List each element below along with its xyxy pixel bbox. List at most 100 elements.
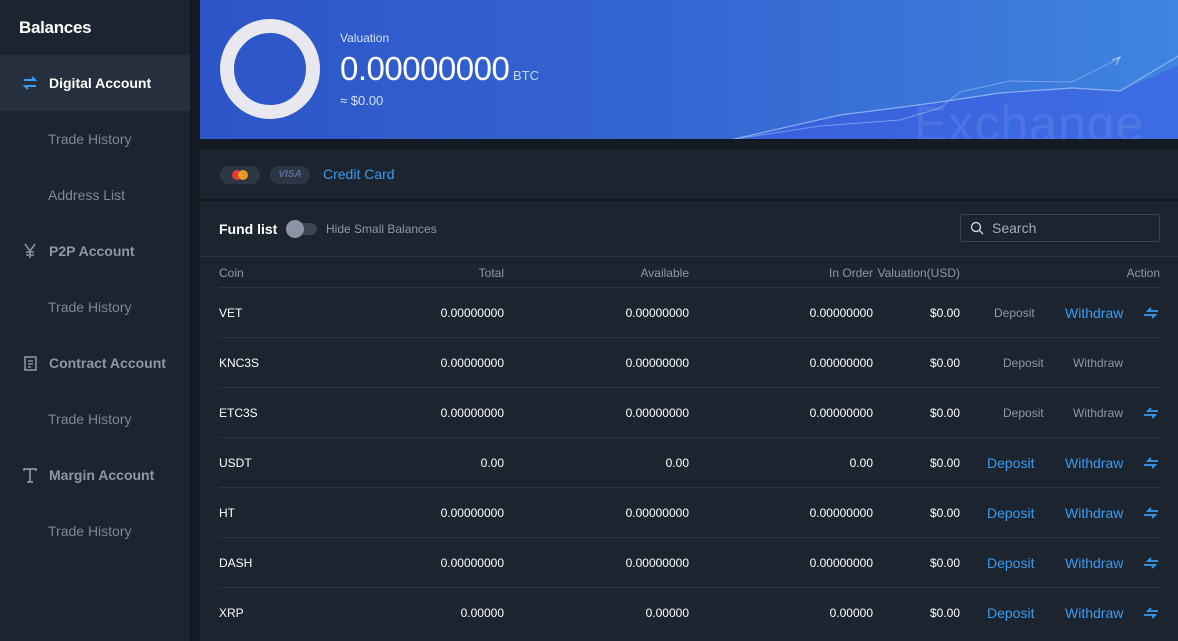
valuation-banner: Valuation 0.00000000 BTC ≈ $0.00 Exchang…	[200, 0, 1178, 139]
sidebar-subitem-address-list[interactable]: Address List	[48, 187, 125, 203]
available-value: 0.00000000	[625, 556, 689, 570]
col-header-coin: Coin	[219, 266, 244, 280]
exchange-watermark: Exchange	[914, 96, 1145, 139]
coin-name: ETC3S	[219, 406, 258, 420]
valuation-ring-chart	[220, 19, 320, 119]
coin-name: HT	[219, 506, 235, 520]
valuation-value: $0.00	[929, 506, 960, 520]
total-value: 0.00000000	[440, 506, 504, 520]
valuation-value: $0.00	[929, 606, 960, 620]
col-header-total: Total	[478, 266, 504, 280]
available-value: 0.00000000	[625, 356, 689, 370]
in-order-value: 0.00000000	[809, 506, 873, 520]
valuation-value: $0.00	[929, 406, 960, 420]
transfer-icon[interactable]	[1143, 507, 1159, 519]
hide-small-balances-toggle[interactable]	[286, 220, 317, 238]
transfer-icon[interactable]	[1143, 607, 1159, 619]
valuation-usd: ≈ $0.00	[340, 93, 384, 108]
withdraw-button[interactable]: Withdraw	[1065, 455, 1123, 471]
total-value: 0.00000000	[440, 306, 504, 320]
valuation-value: $0.00	[929, 556, 960, 570]
transfer-icon[interactable]	[1143, 307, 1159, 319]
withdraw-button[interactable]: Withdraw	[1065, 505, 1123, 521]
total-value: 0.00000	[460, 606, 504, 620]
withdraw-button[interactable]: Withdraw	[1073, 406, 1123, 420]
available-value: 0.00000000	[625, 506, 689, 520]
sidebar-subitem-trade-history[interactable]: Trade History	[48, 131, 132, 147]
sidebar-subitem-trade-history[interactable]: Trade History	[48, 411, 132, 427]
fund-list-panel: Fund list Hide Small Balances Coin Total…	[200, 201, 1178, 641]
table-row: DASH 0.00000000 0.00000000 0.00000000 $0.00 D…	[219, 537, 1160, 587]
search-input[interactable]	[992, 220, 1152, 236]
available-value: 0.00	[665, 456, 689, 470]
credit-card-link[interactable]: Credit Card	[323, 166, 395, 182]
fund-list-title: Fund list	[219, 221, 278, 237]
available-value: 0.00000000	[625, 306, 689, 320]
valuation-value: 0.00000000	[340, 50, 510, 87]
visa-icon: VISA	[270, 166, 310, 184]
sidebar-item-contract-account[interactable]: Contract Account	[0, 335, 190, 391]
search-box[interactable]	[960, 214, 1160, 242]
hide-small-balances-label: Hide Small Balances	[326, 222, 437, 236]
in-order-value: 0.00000000	[809, 556, 873, 570]
transfer-icon[interactable]	[1143, 407, 1159, 419]
withdraw-button[interactable]: Withdraw	[1073, 356, 1123, 370]
total-value: 0.00000000	[440, 356, 504, 370]
sidebar-subitem-trade-history[interactable]: Trade History	[48, 299, 132, 315]
coin-name: KNC3S	[219, 356, 260, 370]
total-value: 0.00000000	[440, 556, 504, 570]
coin-name: DASH	[219, 556, 253, 570]
col-header-in-order: In Order	[828, 266, 873, 280]
document-icon	[20, 353, 40, 373]
sidebar-item-label: Digital Account	[49, 75, 152, 91]
sidebar-item-label: Margin Account	[49, 467, 155, 483]
col-header-valuation: Valuation(USD)	[877, 266, 960, 280]
sidebar-item-p2p-account[interactable]: P2P Account	[0, 223, 190, 279]
sidebar-subitem-trade-history[interactable]: Trade History	[48, 523, 132, 539]
search-icon	[970, 221, 984, 235]
sidebar: Balances Digital Account Trade History A…	[0, 0, 190, 641]
table-row: XRP 0.00000 0.00000 0.00000 $0.00 Deposit With…	[219, 587, 1160, 637]
transfer-icon[interactable]	[1143, 557, 1159, 569]
deposit-button[interactable]: Deposit	[987, 605, 1034, 621]
valuation-unit: BTC	[513, 68, 539, 83]
withdraw-button[interactable]: Withdraw	[1065, 305, 1123, 321]
deposit-button[interactable]: Deposit	[1003, 406, 1044, 420]
deposit-button[interactable]: Deposit	[987, 555, 1034, 571]
deposit-button[interactable]: Deposit	[987, 455, 1034, 471]
valuation-value: $0.00	[929, 306, 960, 320]
exchange-arrows-icon	[20, 73, 40, 93]
coin-name: USDT	[219, 456, 252, 470]
sidebar-item-margin-account[interactable]: Margin Account	[0, 447, 190, 503]
sidebar-item-label: Contract Account	[49, 355, 166, 371]
valuation-value: $0.00	[929, 456, 960, 470]
sidebar-item-digital-account[interactable]: Digital Account	[0, 55, 190, 111]
coin-name: VET	[219, 306, 243, 320]
toggle-knob	[286, 220, 304, 238]
table-row: VET 0.00000000 0.00000000 0.00000000 $0.00 De…	[219, 287, 1160, 337]
col-header-action: Action	[1126, 266, 1160, 280]
deposit-button[interactable]: Deposit	[987, 505, 1034, 521]
in-order-value: 0.00000000	[809, 306, 873, 320]
table-row: ETC3S 0.00000000 0.00000000 0.00000000 $0.00…	[219, 387, 1160, 437]
deposit-button[interactable]: Deposit	[994, 306, 1035, 320]
withdraw-button[interactable]: Withdraw	[1065, 605, 1123, 621]
valuation-label: Valuation	[340, 31, 390, 45]
valuation-value: $0.00	[929, 356, 960, 370]
table-row: KNC3S 0.00000000 0.00000000 0.00000000 $0.00…	[219, 337, 1160, 387]
table-row: HT 0.00000000 0.00000000 0.00000000 $0.00 Dep…	[219, 487, 1160, 537]
table-row: USDT 0.00 0.00 0.00 $0.00 Deposit Withdraw	[219, 437, 1160, 487]
divider	[200, 256, 1178, 257]
coin-name: XRP	[219, 606, 244, 620]
sidebar-item-label: P2P Account	[49, 243, 135, 259]
in-order-value: 0.00000000	[809, 356, 873, 370]
visa-text: VISA	[278, 169, 302, 180]
sidebar-title: Balances	[19, 18, 92, 37]
available-value: 0.00000	[645, 606, 689, 620]
available-value: 0.00000000	[625, 406, 689, 420]
transfer-icon[interactable]	[1143, 457, 1159, 469]
col-header-available: Available	[640, 266, 689, 280]
withdraw-button[interactable]: Withdraw	[1065, 555, 1123, 571]
deposit-button[interactable]: Deposit	[1003, 356, 1044, 370]
total-value: 0.00000000	[440, 406, 504, 420]
